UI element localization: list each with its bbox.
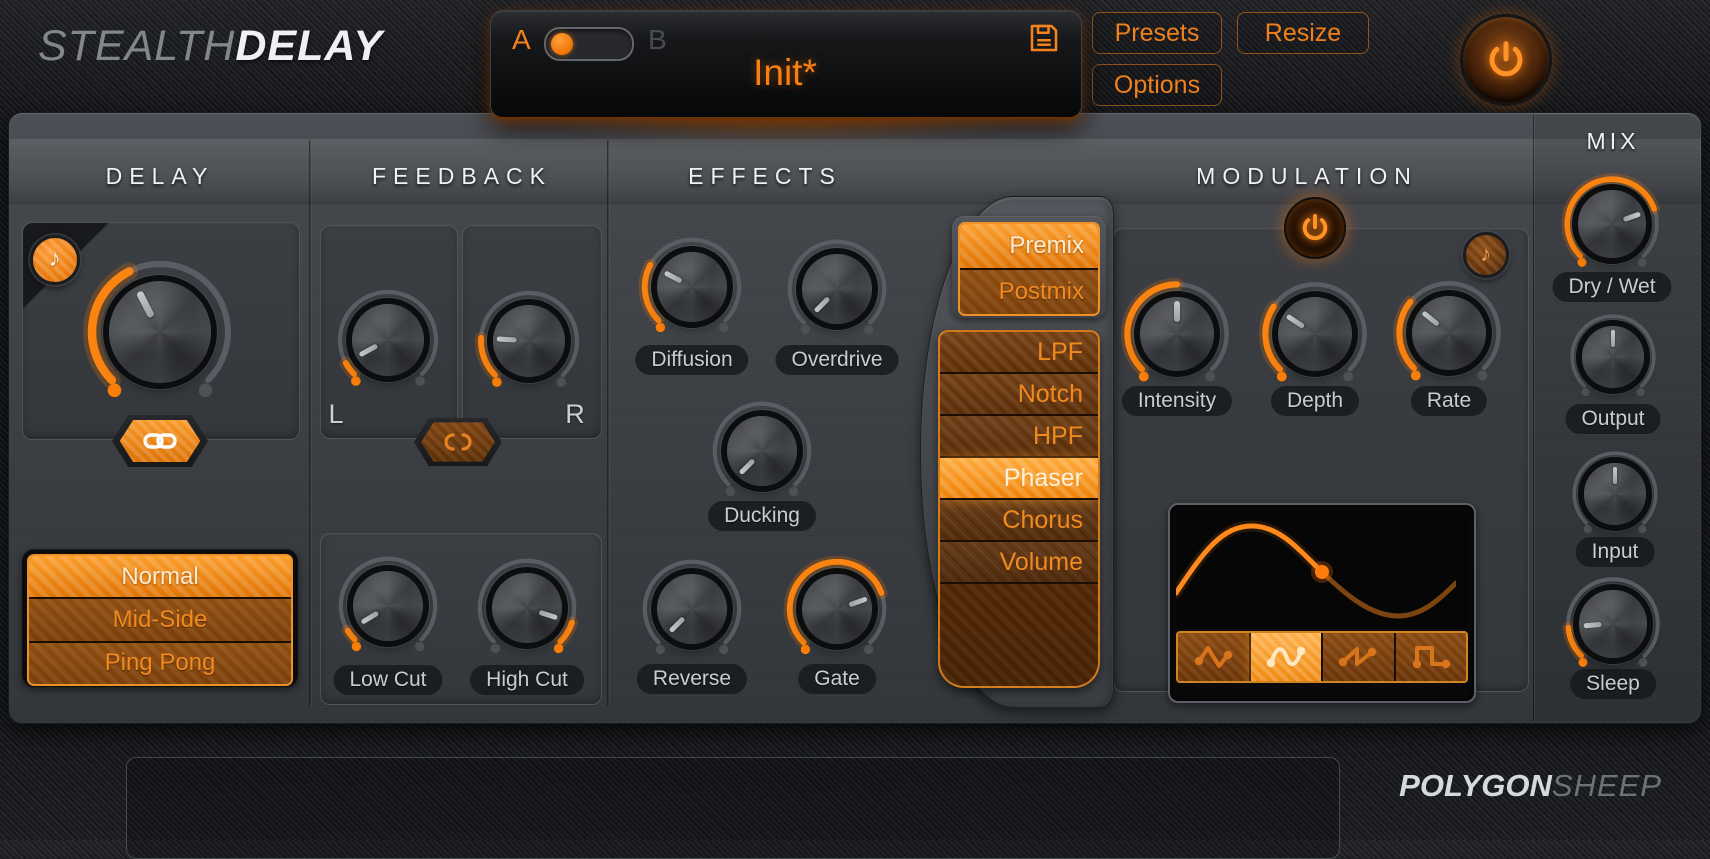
info-panel: [126, 757, 1340, 859]
feedback-right-knob[interactable]: [469, 281, 589, 401]
lfo-waveform-screen: [1176, 511, 1468, 629]
chain-broken-icon: [421, 422, 495, 461]
sleep-knob[interactable]: [1557, 568, 1669, 680]
delay-link-button[interactable]: [112, 415, 208, 467]
delay-mode-options: NormalMid-SidePing Pong: [27, 554, 293, 686]
modulation-section-title: MODULATION: [1196, 163, 1418, 190]
feedback-section-title: FEEDBACK: [372, 163, 552, 190]
company-logo: POLYGONSHEEP: [1399, 768, 1662, 804]
modulation-power-button[interactable]: [1284, 197, 1346, 259]
high-cut-knob[interactable]: [468, 549, 586, 667]
triangle-wave-icon: [1193, 637, 1233, 677]
overdrive-label: Overdrive: [775, 345, 898, 375]
output-knob-pointer: [1611, 330, 1615, 347]
power-icon: [1298, 211, 1332, 245]
filter-option-notch[interactable]: Notch: [940, 374, 1098, 416]
filter-option-volume[interactable]: Volume: [940, 542, 1098, 584]
rate-knob-body: [1412, 296, 1486, 370]
filter-option-hpf[interactable]: HPF: [940, 416, 1098, 458]
company-suffix: SHEEP: [1552, 768, 1662, 803]
depth-knob-body: [1278, 297, 1352, 371]
output-label: Output: [1565, 404, 1660, 434]
feedback-right-label: R: [565, 399, 585, 430]
options-button[interactable]: Options: [1092, 64, 1222, 106]
stealth-delay-plugin-window: { "brand": {"prefix": "STEALTH", "suffix…: [0, 0, 1710, 840]
delay-time-knob-body: [109, 281, 211, 383]
output-knob[interactable]: [1562, 306, 1664, 408]
dry-wet-knob-body: [1578, 190, 1645, 257]
ducking-knob[interactable]: [703, 392, 821, 510]
lfo-sine-wave: [1176, 511, 1456, 629]
preset-name[interactable]: Init*: [490, 52, 1080, 94]
intensity-knob[interactable]: [1115, 272, 1239, 396]
feedback-left-label: L: [328, 399, 343, 430]
sine-wave-icon: [1266, 637, 1306, 677]
routing-list: PremixPostmix: [952, 216, 1106, 318]
feedback-left-knob[interactable]: [328, 280, 448, 400]
divider-delay-feedback: [309, 140, 312, 706]
feedback-link-button[interactable]: [414, 418, 502, 466]
save-preset-icon[interactable]: [1026, 20, 1062, 56]
rate-knob[interactable]: [1387, 271, 1511, 395]
eighth-note-icon: ♪: [1480, 243, 1491, 265]
delay-mode-option-ping-pong[interactable]: Ping Pong: [29, 643, 291, 684]
reverse-label: Reverse: [637, 664, 747, 694]
delay-section-title: DELAY: [106, 163, 215, 190]
input-knob-pointer: [1613, 467, 1617, 484]
delay-mode-option-normal[interactable]: Normal: [29, 556, 291, 599]
routing-option-premix[interactable]: Premix: [960, 224, 1098, 270]
low-cut-knob[interactable]: [329, 547, 447, 665]
saw-wave-icon: [1338, 637, 1378, 677]
lfo-shape-saw-button[interactable]: [1323, 633, 1396, 681]
lfo-shape-sine-button[interactable]: [1251, 633, 1324, 681]
input-knob[interactable]: [1564, 443, 1666, 545]
plugin-logo: STEALTHDELAY: [38, 22, 383, 71]
lfo-shape-square-button[interactable]: [1396, 633, 1467, 681]
eighth-note-icon: ♪: [49, 247, 61, 271]
intensity-knob-pointer: [1174, 301, 1179, 321]
mix-section-title: MIX: [1587, 128, 1640, 155]
diffusion-knob[interactable]: [633, 228, 751, 346]
gate-label: Gate: [798, 664, 876, 694]
section-header-strip: [9, 139, 1701, 204]
lfo-shape-selector: [1176, 631, 1468, 683]
routing-option-postmix[interactable]: Postmix: [960, 270, 1098, 314]
master-power-button[interactable]: [1460, 14, 1552, 106]
delay-mode-list: NormalMid-SidePing Pong: [22, 549, 298, 687]
filter-option-chorus[interactable]: Chorus: [940, 500, 1098, 542]
logo-suffix: DELAY: [235, 22, 383, 70]
depth-knob[interactable]: [1253, 272, 1377, 396]
filter-option-phaser[interactable]: Phaser: [940, 458, 1098, 500]
square-wave-icon: [1411, 637, 1451, 677]
presets-button[interactable]: Presets: [1092, 12, 1222, 54]
lfo-shape-triangle-button[interactable]: [1178, 633, 1251, 681]
gate-knob[interactable]: [778, 550, 896, 668]
effects-section-title: EFFECTS: [688, 163, 842, 190]
routing-options: PremixPostmix: [958, 222, 1100, 316]
low-cut-label: Low Cut: [333, 665, 442, 695]
chain-linked-icon: [120, 420, 201, 463]
delay-mode-option-mid-side[interactable]: Mid-Side: [29, 599, 291, 642]
resize-button[interactable]: Resize: [1237, 12, 1369, 54]
power-icon: [1483, 37, 1529, 83]
feedback-left-knob-body: [352, 304, 424, 376]
delay-time-knob[interactable]: [75, 247, 245, 417]
filter-option-lpf[interactable]: LPF: [940, 332, 1098, 374]
overdrive-knob[interactable]: [778, 230, 896, 348]
reverse-knob[interactable]: [633, 550, 751, 668]
company-prefix: POLYGON: [1399, 768, 1552, 803]
filter-type-list: LPFNotchHPFPhaserChorusVolume: [938, 330, 1100, 688]
dry-wet-knob[interactable]: [1556, 168, 1668, 280]
diffusion-label: Diffusion: [635, 345, 748, 375]
high-cut-label: High Cut: [470, 665, 584, 695]
lfo-display: [1168, 503, 1476, 703]
divider-feedback-effects: [607, 140, 610, 706]
logo-prefix: STEALTH: [38, 22, 235, 70]
delay-tempo-sync-button[interactable]: ♪: [30, 235, 80, 285]
